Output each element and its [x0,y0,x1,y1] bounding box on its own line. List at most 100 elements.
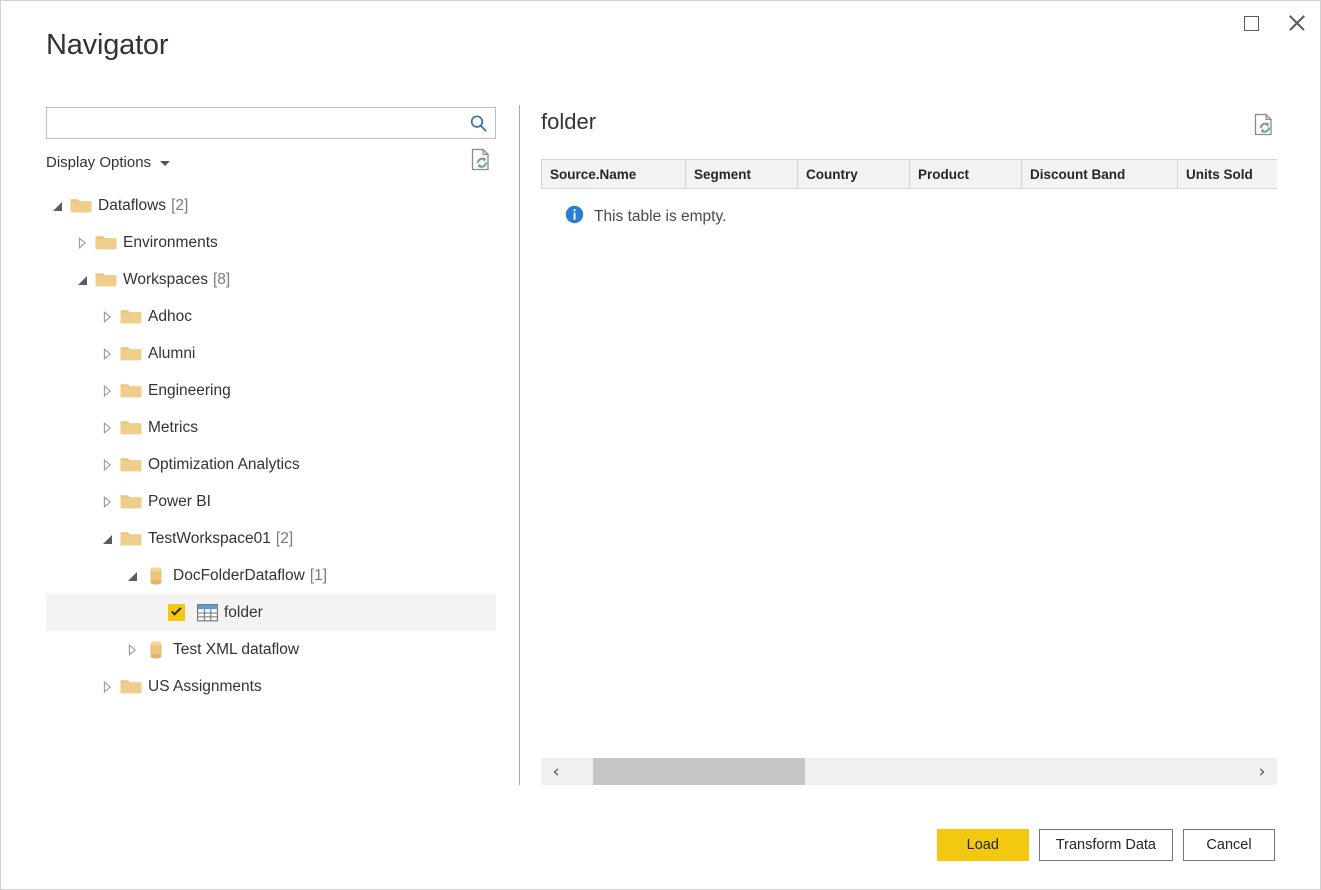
navigator-tree: Dataflows [2] Environments Workspaces [8] Adh… [46,187,496,705]
tree-item[interactable]: Power BI [46,483,496,520]
tree-item-count: [8] [213,270,231,288]
info-icon [565,205,584,229]
expander-collapsed-icon[interactable] [96,343,118,365]
refresh-page-icon[interactable] [470,148,492,177]
page-title: Navigator [46,29,169,61]
horizontal-scrollbar[interactable]: ‹ › [541,758,1277,785]
table-header-row: Source.Name Segment Country Product Discount… [541,159,1277,189]
tree-item[interactable]: TestWorkspace01 [2] [46,520,496,557]
folder-icon [118,417,144,439]
expander-collapsed-icon[interactable] [71,232,93,254]
tree-item[interactable]: folder [46,594,496,631]
maximize-button[interactable] [1228,3,1274,43]
folder-icon [118,491,144,513]
tree-item-label: folder [224,603,263,621]
display-options-row: Display Options [46,148,496,177]
scroll-right-arrow[interactable]: › [1247,758,1277,785]
transform-data-button[interactable]: Transform Data [1038,829,1173,861]
column-header[interactable]: Source.Name [542,160,686,188]
tree-item-label: US Assignments [148,677,262,695]
expander-collapsed-icon[interactable] [96,491,118,513]
empty-table-message: This table is empty. [541,189,1277,229]
tree-item-label: Optimization Analytics [148,455,300,473]
panel-divider [519,105,520,785]
expander-open-icon[interactable] [46,195,68,217]
folder-icon [93,232,119,254]
preview-panel: folder Source.Name Segment Country Product D… [541,105,1277,785]
dataflow-icon [143,639,169,661]
tree-item[interactable]: Environments [46,224,496,261]
expander-open-icon[interactable] [96,528,118,550]
chevron-down-icon [160,160,171,166]
navigator-dialog: Navigator Display Options Dataflows [2] … [0,0,1321,890]
expander-open-icon[interactable] [121,565,143,587]
tree-item-label: Dataflows [98,196,167,214]
cancel-button[interactable]: Cancel [1183,829,1275,861]
folder-icon [118,343,144,365]
tree-item[interactable]: Dataflows [2] [46,187,496,224]
dialog-footer: Load Transform Data Cancel [936,829,1275,861]
tree-item-label: Test XML dataflow [173,640,300,658]
preview-table: Source.Name Segment Country Product Discount… [541,159,1277,229]
navigator-left-panel: Display Options Dataflows [2] Environments… [46,107,498,783]
tree-item[interactable]: Alumni [46,335,496,372]
expander-collapsed-icon[interactable] [96,454,118,476]
close-button[interactable] [1274,3,1320,43]
dataflow-icon [143,565,169,587]
tree-item-label: Workspaces [123,270,208,288]
tree-item[interactable]: Workspaces [8] [46,261,496,298]
folder-icon [118,454,144,476]
tree-item-label: Alumni [148,344,196,362]
display-options-button[interactable]: Display Options [46,153,171,171]
tree-item-label: Metrics [148,418,198,436]
tree-item[interactable]: Adhoc [46,298,496,335]
search-box[interactable] [46,107,496,139]
empty-table-text: This table is empty. [594,208,727,225]
search-icon[interactable] [461,108,495,138]
expander-collapsed-icon[interactable] [96,380,118,402]
expander-collapsed-icon[interactable] [96,306,118,328]
table-icon [194,602,220,624]
folder-icon [68,195,94,217]
tree-item[interactable]: Optimization Analytics [46,446,496,483]
expander-collapsed-icon[interactable] [121,639,143,661]
tree-item-checkbox[interactable] [168,604,185,621]
tree-item[interactable]: Test XML dataflow [46,631,496,668]
tree-item-label: TestWorkspace01 [148,529,271,547]
tree-item[interactable]: Engineering [46,372,496,409]
display-options-label: Display Options [46,153,152,171]
preview-header: folder [541,105,1277,151]
scrollbar-track[interactable] [571,758,1247,785]
tree-item-label: Environments [123,233,218,251]
tree-item-count: [1] [309,566,328,584]
expander-spacer [146,602,168,624]
title-bar [1,1,1320,45]
folder-icon [93,269,119,291]
folder-icon [118,676,144,698]
folder-icon [118,380,144,402]
column-header[interactable]: Discount Band [1022,160,1178,188]
window-controls [1228,1,1320,45]
scroll-left-arrow[interactable]: ‹ [541,758,571,785]
expander-collapsed-icon[interactable] [96,676,118,698]
expander-collapsed-icon[interactable] [96,417,118,439]
refresh-page-icon[interactable] [1253,113,1275,142]
column-header[interactable]: Units Sold [1178,160,1277,188]
tree-item[interactable]: US Assignments [46,668,496,705]
folder-icon [118,306,144,328]
column-header[interactable]: Country [798,160,910,188]
column-header[interactable]: Product [910,160,1022,188]
tree-item[interactable]: DocFolderDataflow [1] [46,557,496,594]
expander-open-icon[interactable] [71,269,93,291]
preview-title: folder [541,109,597,134]
search-input[interactable] [53,109,461,137]
load-button[interactable]: Load [936,829,1029,861]
column-header[interactable]: Segment [686,160,798,188]
folder-icon [118,528,144,550]
tree-item-label: Engineering [148,381,231,399]
close-icon [1287,13,1307,33]
maximize-icon [1243,15,1259,31]
scrollbar-thumb[interactable] [593,758,805,785]
tree-item[interactable]: Metrics [46,409,496,446]
tree-item-count: [2] [171,196,189,214]
